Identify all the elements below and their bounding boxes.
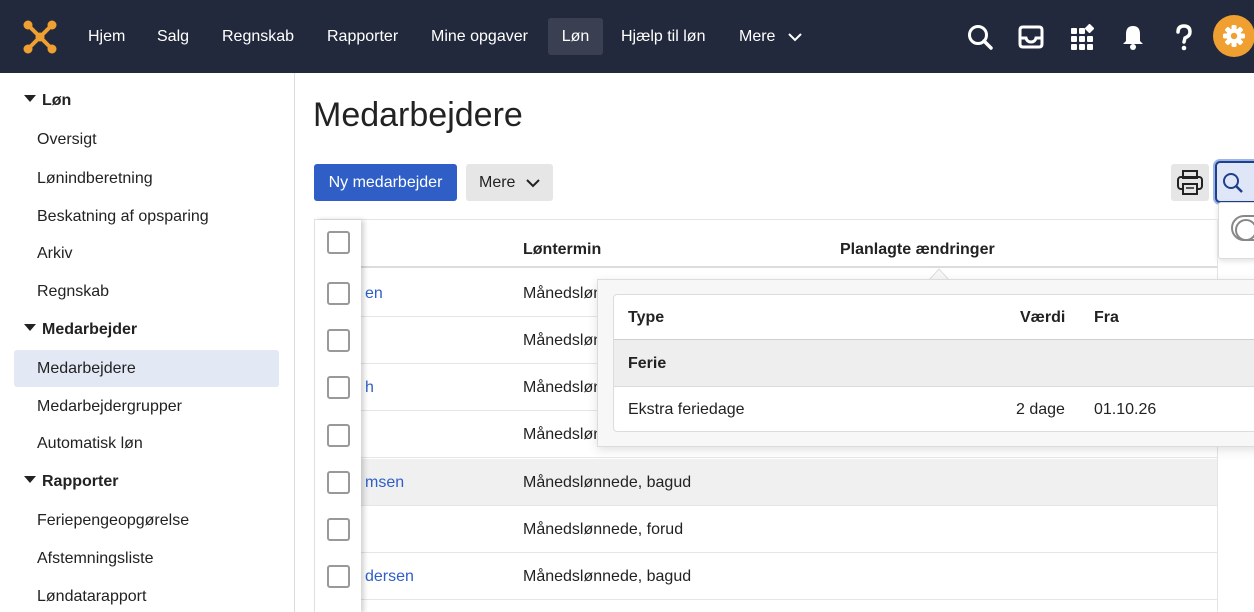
planned-changes-popover: Type Værdi Fra Ferie Ekstra feriedage 2 … <box>597 279 1254 447</box>
nav-regnskab[interactable]: Regnskab <box>212 18 304 55</box>
nav-mine-opgaver[interactable]: Mine opgaver <box>421 18 538 55</box>
employee-name-link[interactable]: dersen <box>365 553 414 600</box>
printer-icon <box>1177 170 1203 195</box>
sidebar-section-loen[interactable]: Løn <box>24 89 71 113</box>
column-header-loentermin[interactable]: Løntermin <box>523 241 601 259</box>
nav-hjem[interactable]: Hjem <box>78 18 135 55</box>
pay-term-cell: Månedslønr <box>523 426 608 443</box>
more-actions-button[interactable]: Mere <box>466 164 553 201</box>
row-checkbox[interactable] <box>327 424 350 447</box>
search-icon <box>1223 173 1243 193</box>
popover-row-from: 01.10.26 <box>1094 401 1157 418</box>
employee-name-link[interactable]: msen <box>365 459 404 506</box>
row-checkbox[interactable] <box>327 376 350 399</box>
table-header-divider <box>315 266 1217 268</box>
row-checkbox[interactable] <box>327 282 350 305</box>
table-row[interactable]: dersen Månedslønnede, bagud <box>315 553 1217 600</box>
caret-down-icon <box>24 476 36 484</box>
sidebar-section-label: Medarbejder <box>42 321 138 338</box>
dinero-logo-icon[interactable] <box>22 19 58 55</box>
inbox-icon[interactable] <box>1014 20 1048 54</box>
nav-mere-label: Mere <box>739 28 776 45</box>
sidebar-item-regnskab[interactable]: Regnskab <box>14 273 279 310</box>
row-checkbox[interactable] <box>327 518 350 541</box>
sidebar: Løn Oversigt Lønindberetning Beskatning … <box>0 73 295 612</box>
top-navigation-bar: Hjem Salg Regnskab Rapporter Mine opgave… <box>0 0 1254 73</box>
bell-icon[interactable] <box>1116 20 1150 54</box>
page-title: Medarbejdere <box>313 96 523 134</box>
table-row[interactable]: Månedslønnede, forud <box>315 506 1217 553</box>
table-row[interactable]: msen Månedslønnede, bagud <box>315 459 1217 506</box>
row-checkbox[interactable] <box>327 329 350 352</box>
pay-term-cell: Månedslønr <box>523 379 608 396</box>
select-all-checkbox[interactable] <box>327 231 350 254</box>
popover-group-label: Ferie <box>628 355 667 372</box>
print-button[interactable] <box>1171 164 1209 201</box>
more-actions-label: Mere <box>479 174 516 191</box>
sidebar-item-arkiv[interactable]: Arkiv <box>14 235 279 272</box>
search-icon[interactable] <box>963 20 997 54</box>
popover-header-from: Fra <box>1094 309 1119 326</box>
popover-header-value: Værdi <box>1020 309 1066 326</box>
column-header-planlagte-aendringer[interactable]: Planlagte ændringer <box>840 241 995 259</box>
nav-loen[interactable]: Løn <box>548 18 603 55</box>
pay-term-cell: Månedslønr <box>523 332 608 349</box>
sidebar-section-medarbejder[interactable]: Medarbejder <box>24 318 137 342</box>
toggle-switch[interactable] <box>1231 215 1254 241</box>
nav-mere[interactable]: Mere <box>729 18 812 55</box>
sidebar-item-oversigt[interactable]: Oversigt <box>14 121 279 158</box>
sidebar-section-rapporter[interactable]: Rapporter <box>24 470 118 494</box>
popover-row-type: Ekstra feriedage <box>628 401 745 418</box>
sidebar-item-medarbejdergrupper[interactable]: Medarbejdergrupper <box>14 388 279 425</box>
pay-term-cell: Månedslønnede, bagud <box>523 568 692 585</box>
nav-salg[interactable]: Salg <box>147 18 199 55</box>
table-search-button[interactable] <box>1215 161 1254 203</box>
sidebar-section-label: Løn <box>42 92 72 109</box>
apps-grid-icon[interactable] <box>1065 20 1099 54</box>
chevron-down-icon <box>788 33 802 42</box>
row-checkbox[interactable] <box>327 471 350 494</box>
sidebar-item-afstemningsliste[interactable]: Afstemningsliste <box>14 540 279 577</box>
checkbox-column <box>315 220 361 612</box>
sidebar-item-beskatning[interactable]: Beskatning af opsparing <box>14 198 279 235</box>
employee-name-link[interactable]: en <box>365 270 383 317</box>
popover-row-value: 2 dage <box>1016 401 1065 418</box>
sidebar-item-feriepengeopgoerelse[interactable]: Feriepengeopgørelse <box>14 502 279 539</box>
chevron-down-icon <box>526 179 540 188</box>
sidebar-item-loendatarapport[interactable]: Løndatarapport <box>14 578 279 612</box>
sidebar-item-automatisk-loen[interactable]: Automatisk løn <box>14 425 279 462</box>
settings-button[interactable] <box>1213 15 1254 57</box>
employee-name-link[interactable]: h <box>365 364 374 411</box>
planned-changes-table: Type Værdi Fra Ferie Ekstra feriedage 2 … <box>613 294 1254 432</box>
search-options-dropdown <box>1218 202 1254 259</box>
pay-term-cell: Månedslønr <box>523 285 608 302</box>
nav-rapporter[interactable]: Rapporter <box>317 18 408 55</box>
sidebar-section-label: Rapporter <box>42 473 119 490</box>
popover-header-type: Type <box>628 309 665 326</box>
pay-term-cell: Månedslønnede, forud <box>523 521 684 538</box>
caret-down-icon <box>24 95 36 103</box>
gear-icon <box>1223 25 1245 47</box>
row-checkbox[interactable] <box>327 565 350 588</box>
new-employee-button[interactable]: Ny medarbejder <box>314 164 457 201</box>
caret-down-icon <box>24 324 36 332</box>
popover-group-row: Ferie <box>614 340 1254 387</box>
nav-hjaelp-til-loen[interactable]: Hjælp til løn <box>611 18 715 55</box>
sidebar-item-loenindberetning[interactable]: Lønindberetning <box>14 160 279 197</box>
sidebar-item-medarbejdere[interactable]: Medarbejdere <box>14 350 279 387</box>
pay-term-cell: Månedslønnede, bagud <box>523 474 692 491</box>
help-icon[interactable] <box>1167 20 1201 54</box>
